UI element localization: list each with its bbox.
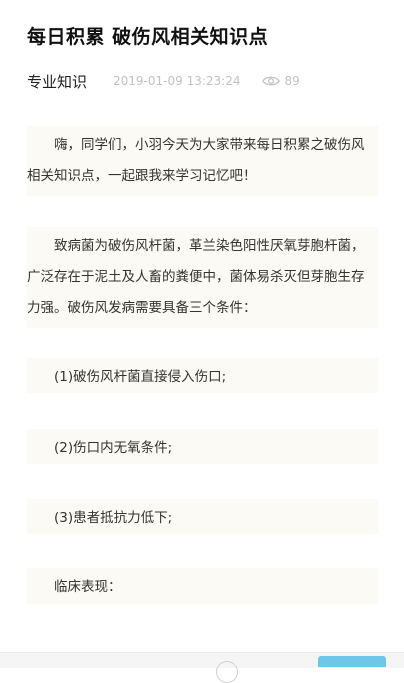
view-count: 89 (262, 74, 300, 88)
paragraph-block: 嗨，同学们，小羽今天为大家带来每日积累之破伤风相关知识点，一起跟我来学习记忆吧！ (27, 126, 378, 196)
article-timestamp: 2019-01-09 13:23:24 (113, 74, 241, 88)
article-title: 每日积累 破伤风相关知识点 (27, 26, 269, 48)
paragraph-block: 致病菌为破伤风杆菌，革兰染色阳性厌氧芽胞杆菌，广泛存在于泥土及人畜的粪便中，菌体… (27, 227, 378, 328)
paragraph-block: (3)患者抵抗力低下; (27, 499, 378, 534)
paragraph-text: (1)破伤风杆菌直接侵入伤口; (54, 369, 227, 385)
paragraph-block: 临床表现： (27, 568, 378, 604)
paragraph-block: (1)破伤风杆菌直接侵入伤口; (27, 358, 378, 393)
paragraph-block: (2)伤口内无氧条件; (27, 429, 378, 464)
paragraph-text: 致病菌为破伤风杆菌，革兰染色阳性厌氧芽胞杆菌，广泛存在于泥土及人畜的粪便中，菌体… (27, 238, 365, 316)
bottom-toolbar-icon[interactable] (216, 661, 238, 683)
eye-icon (262, 76, 281, 86)
paragraph-text: 嗨，同学们，小羽今天为大家带来每日积累之破伤风相关知识点，一起跟我来学习记忆吧！ (27, 137, 365, 184)
bottom-action-button[interactable] (318, 656, 386, 667)
paragraph-text: (2)伤口内无氧条件; (54, 440, 173, 456)
paragraph-text: (3)患者抵抗力低下; (54, 510, 173, 526)
view-count-value: 89 (284, 74, 300, 88)
paragraph-text: 临床表现： (54, 579, 122, 595)
article-category[interactable]: 专业知识 (27, 71, 87, 92)
article-meta: 专业知识 2019-01-09 13:23:24 89 (27, 70, 387, 92)
